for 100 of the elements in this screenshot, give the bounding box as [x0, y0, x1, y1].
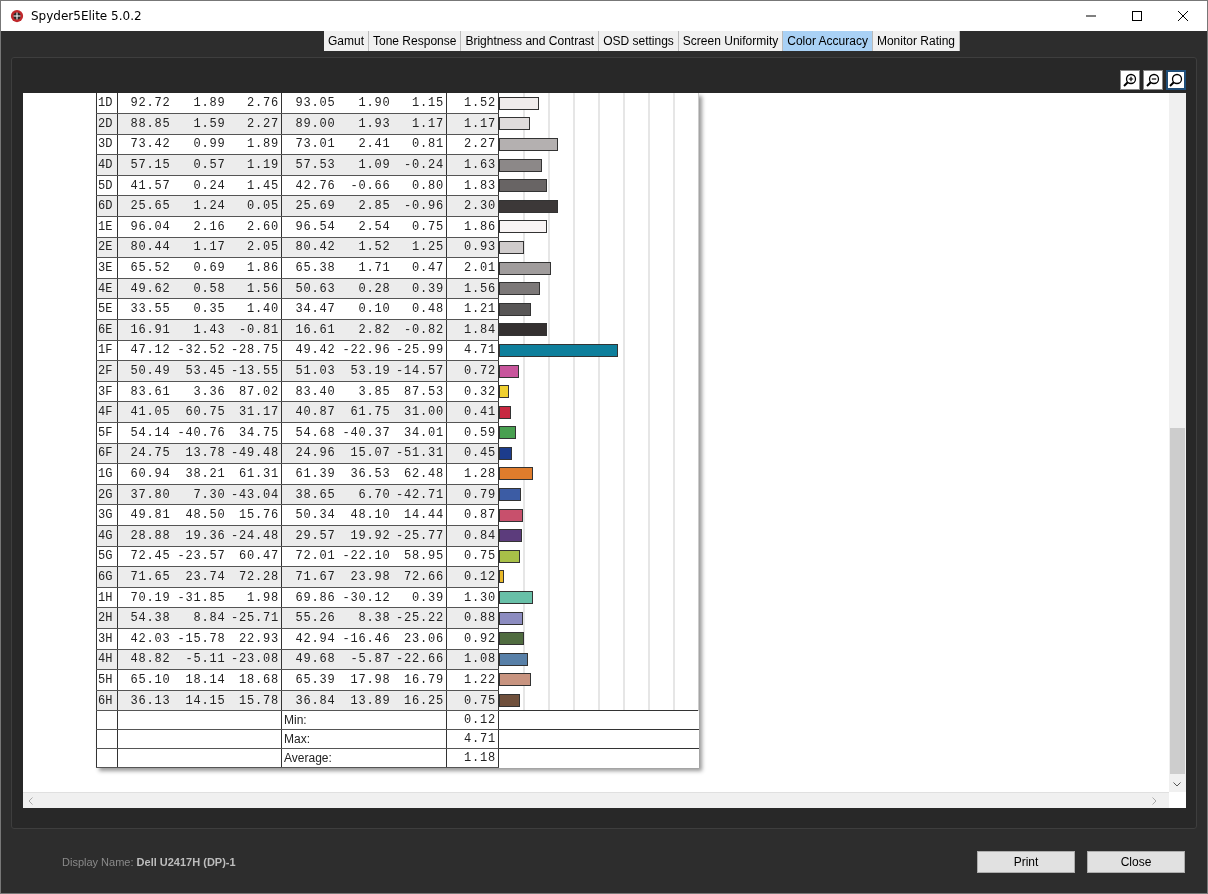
table-cell: 72.01	[281, 546, 338, 567]
table-cell: 42.76	[281, 175, 338, 196]
tab[interactable]: Color Accuracy	[783, 31, 873, 51]
table-cell: 65.10	[117, 669, 173, 691]
table-cell: 2.60	[227, 216, 282, 238]
table-cell: 48.50	[172, 504, 228, 526]
table-cell: 18.14	[172, 669, 228, 691]
table-cell: -28.75	[227, 340, 282, 361]
table-cell: 65.38	[281, 257, 338, 279]
table-cell: 87.02	[227, 381, 282, 402]
patch-cell: 6D	[96, 195, 118, 217]
tab[interactable]: Tone Response	[369, 31, 462, 51]
table-cell: 17.98	[337, 669, 393, 691]
dialog-button[interactable]: Print	[977, 851, 1075, 873]
table-cell: 41.57	[117, 175, 173, 196]
table-cell: 65.52	[117, 257, 173, 279]
patch-cell: 5H	[96, 669, 118, 691]
table-cell: 1.90	[337, 93, 393, 114]
table-cell: 2.16	[172, 216, 228, 238]
table-cell: 0.32	[446, 381, 499, 402]
table-cell: 1.83	[446, 175, 499, 196]
table-cell: 0.92	[446, 628, 499, 650]
table-cell: 0.80	[392, 175, 447, 196]
table-cell: 49.81	[117, 504, 173, 526]
tab[interactable]: Monitor Rating	[872, 31, 960, 51]
tab[interactable]: Brightness and Contrast	[461, 31, 600, 51]
patch-cell: 2H	[96, 607, 118, 629]
table-cell: 0.39	[392, 587, 447, 608]
tab[interactable]: OSD settings	[599, 31, 679, 51]
table-cell: 92.72	[117, 93, 173, 114]
table-cell: 61.31	[227, 463, 282, 485]
table-cell: 2.76	[227, 93, 282, 114]
table-cell: -30.12	[337, 587, 393, 608]
table-cell: 0.81	[392, 134, 447, 155]
table-cell: 1.30	[446, 587, 499, 608]
patch-cell: 6E	[96, 319, 118, 341]
patch-cell: 1H	[96, 587, 118, 608]
table-cell: 0.35	[172, 298, 228, 320]
zoom-out-icon[interactable]	[1143, 70, 1163, 90]
vertical-scrollbar[interactable]	[1169, 93, 1186, 792]
patch-cell: 3H	[96, 628, 118, 650]
table-cell: 42.94	[281, 628, 338, 650]
table-cell: 96.04	[117, 216, 173, 238]
summary-label: Average:	[281, 748, 447, 768]
table-cell: 2.41	[337, 134, 393, 155]
table-cell: 47.12	[117, 340, 173, 361]
table-cell: 62.48	[392, 463, 447, 485]
zoom-fit-icon[interactable]	[1166, 70, 1186, 90]
table-cell: -23.57	[172, 546, 228, 567]
patch-cell: 4E	[96, 278, 118, 299]
table-cell: 0.48	[392, 298, 447, 320]
close-icon[interactable]	[1178, 11, 1188, 21]
table-cell: 1.89	[227, 134, 282, 155]
table-cell: 34.01	[392, 422, 447, 444]
table-cell: 1.40	[227, 298, 282, 320]
patch-cell: 2F	[96, 360, 118, 382]
tab[interactable]: Gamut	[324, 31, 369, 51]
patch-cell: 2E	[96, 237, 118, 258]
table-cell: 23.06	[392, 628, 447, 650]
table-cell: 15.76	[227, 504, 282, 526]
patch-cell: 1G	[96, 463, 118, 485]
tab[interactable]: Screen Uniformity	[678, 31, 784, 51]
table-cell: 1.71	[337, 257, 393, 279]
display-name: Display Name: Dell U2417H (DP)-1	[62, 856, 236, 868]
patch-cell: 1F	[96, 340, 118, 361]
table-cell: 1.28	[446, 463, 499, 485]
table-cell: 83.40	[281, 381, 338, 402]
scroll-down-icon[interactable]	[1173, 782, 1181, 787]
table-cell: 34.75	[227, 422, 282, 444]
table-cell: 34.47	[281, 298, 338, 320]
table-cell: 1.22	[446, 669, 499, 691]
table-cell: 65.39	[281, 669, 338, 691]
zoom-in-icon[interactable]	[1120, 70, 1140, 90]
patch-cell: 4H	[96, 649, 118, 670]
table-cell: 1.89	[172, 93, 228, 114]
table-cell: -22.96	[337, 340, 393, 361]
table-cell: 61.39	[281, 463, 338, 485]
table-cell: 58.95	[392, 546, 447, 567]
table-cell: 96.54	[281, 216, 338, 238]
patch-cell: 6G	[96, 566, 118, 588]
table-cell: 1.18	[446, 748, 499, 768]
patch-cell: 5G	[96, 546, 118, 567]
table-cell: 2.01	[446, 257, 499, 279]
patch-cell: 3G	[96, 504, 118, 526]
table-cell: 0.59	[446, 422, 499, 444]
table-cell: -40.37	[337, 422, 393, 444]
maximize-icon[interactable]	[1132, 11, 1142, 21]
patch-cell: 3D	[96, 134, 118, 155]
table-cell: 73.01	[281, 134, 338, 155]
table-cell: 0.75	[446, 546, 499, 567]
window-title: Spyder5Elite 5.0.2	[31, 9, 142, 23]
table-cell: 16.79	[392, 669, 447, 691]
table-cell: 0.75	[392, 216, 447, 238]
table-cell: 4.71	[446, 340, 499, 361]
patch-cell: 5F	[96, 422, 118, 444]
table-cell: 3.36	[172, 381, 228, 402]
table-cell: 0.69	[172, 257, 228, 279]
table-cell: 72.45	[117, 546, 173, 567]
dialog-button[interactable]: Close	[1087, 851, 1185, 873]
patch-cell: 6H	[96, 690, 118, 711]
